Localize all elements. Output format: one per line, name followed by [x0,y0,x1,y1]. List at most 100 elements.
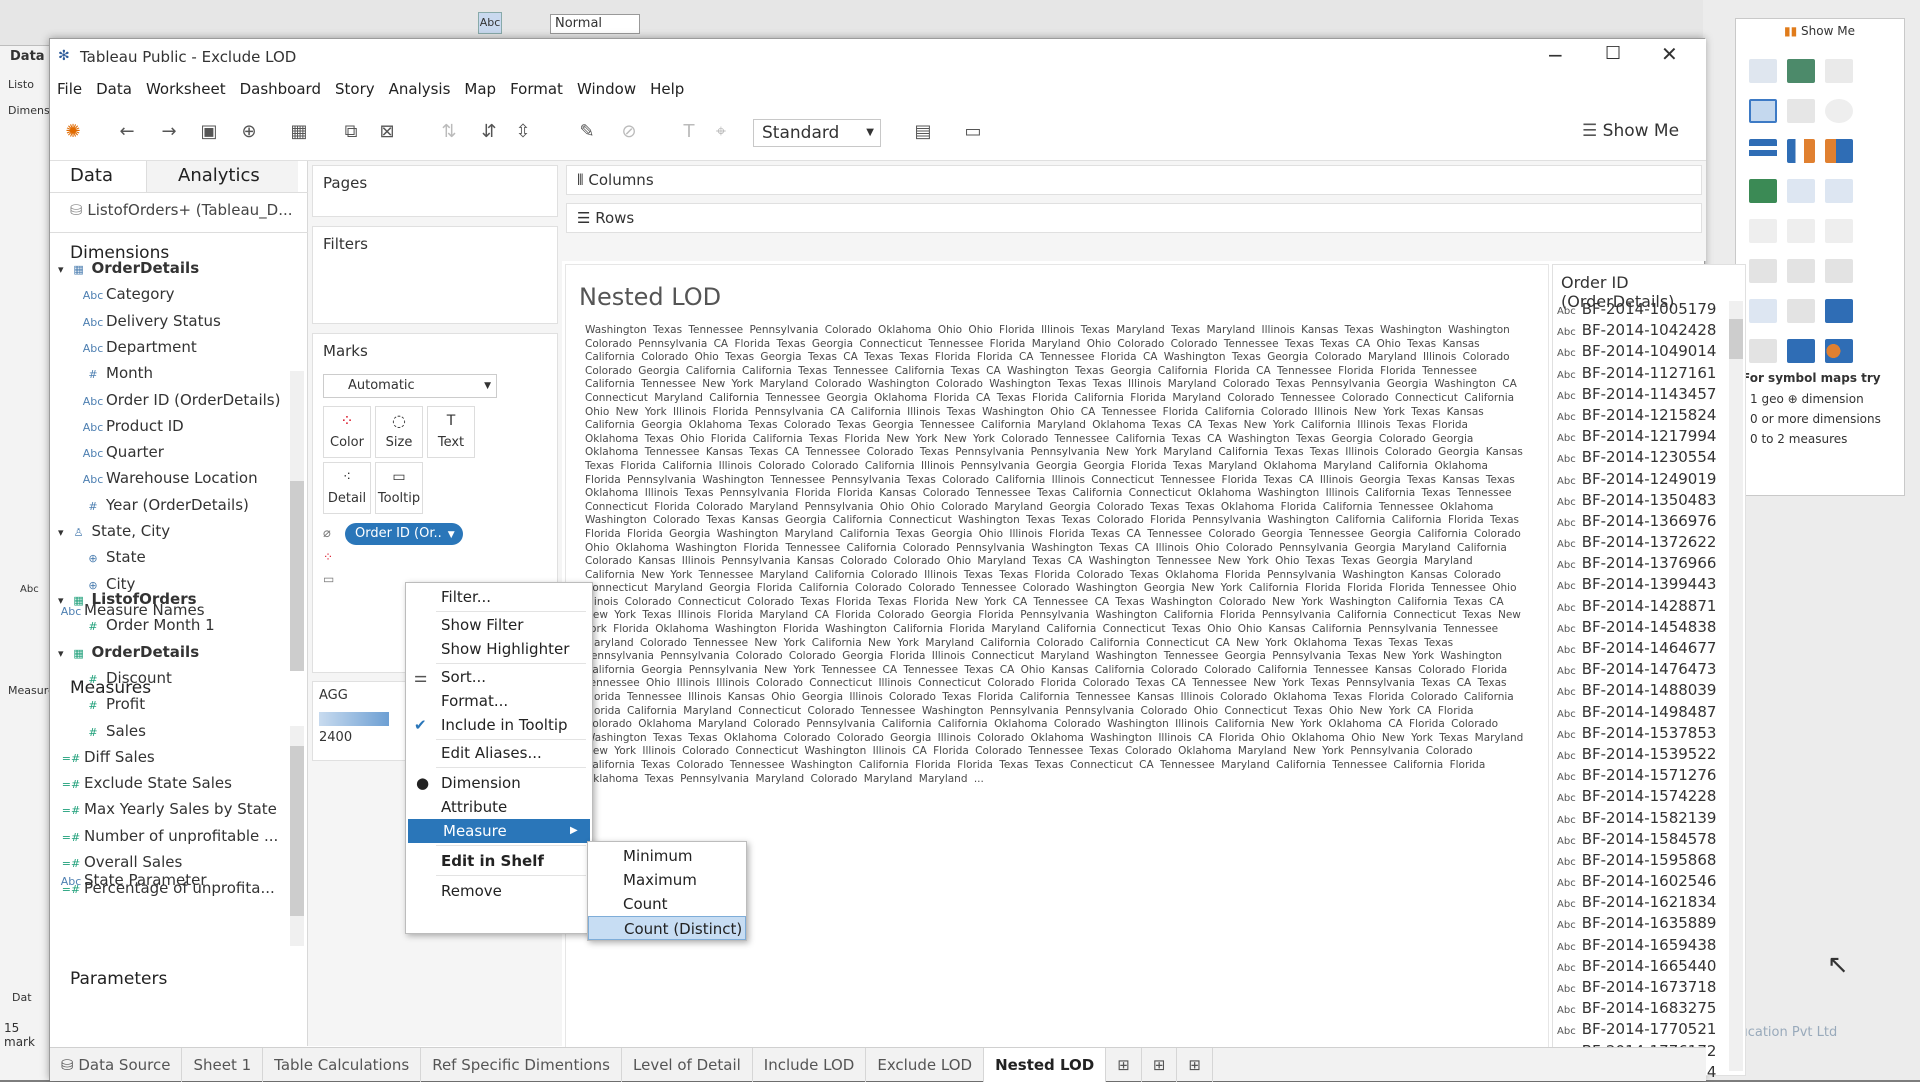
tab-include-lod[interactable]: Include LOD [753,1048,867,1082]
measures-item[interactable]: ▾ ▦ OrderDetails [50,639,199,665]
dimensions-item[interactable]: Abc Delivery Status [50,308,221,334]
order-id-row[interactable]: Abc BF-2014-1673718 [1557,977,1729,998]
size-button[interactable]: ◌ Size [375,406,423,458]
presentation-mode-icon[interactable]: ▭ [962,121,984,143]
menu-include-tooltip[interactable]: ✔ Include in Tooltip [406,713,592,737]
maximize-icon[interactable]: ☐ [1605,43,1621,64]
chart-gantt[interactable] [1744,331,1782,371]
menu-window[interactable]: Window [570,75,643,103]
chart-pie[interactable] [1820,91,1858,131]
tab-data[interactable]: Data [70,165,113,186]
chart-text-table[interactable] [1744,51,1782,91]
word-cloud[interactable]: Washington Texas Tennessee Pennsylvania … [585,324,1525,1075]
new-story-tab-icon[interactable]: ⊞ [1177,1048,1213,1082]
rows-shelf[interactable]: ☰ Rows [566,203,1702,233]
chart-scatter[interactable] [1744,291,1782,331]
order-id-row[interactable]: Abc BF-2014-1635889 [1557,913,1729,934]
menu-story[interactable]: Story [328,75,382,103]
order-id-row[interactable]: Abc BF-2014-1005179 [1557,299,1729,320]
dimensions-item[interactable]: # Year (OrderDetails) [50,492,248,518]
menu-edit-aliases[interactable]: Edit Aliases... [406,741,592,765]
dimensions-scrollbar[interactable] [290,371,304,671]
show-cards-icon[interactable]: ▤ [912,121,934,143]
chart-side-by-side-bars[interactable] [1820,131,1858,171]
dimensions-item[interactable]: Abc Warehouse Location [50,465,258,491]
chart-dual-combination[interactable] [1820,251,1858,291]
order-id-row[interactable]: Abc BF-2014-1571276 [1557,765,1729,786]
measures-item[interactable]: =# Diff Sales [50,744,155,770]
measures-item[interactable]: =# Max Yearly Sales by State [50,796,277,822]
order-id-row[interactable]: Abc BF-2014-1574228 [1557,786,1729,807]
background-datasource-tab[interactable]: Dat [12,991,32,1004]
order-id-row[interactable]: Abc BF-2014-1537853 [1557,723,1729,744]
tab-table-calculations[interactable]: Table Calculations [263,1048,422,1082]
chart-treemap[interactable] [1744,171,1782,211]
order-id-row[interactable]: Abc BF-2014-1595868 [1557,850,1729,871]
menu-dashboard[interactable]: Dashboard [233,75,328,103]
columns-shelf[interactable]: ⦀ Columns [566,165,1702,195]
menu-worksheet[interactable]: Worksheet [139,75,233,103]
menu-show-highlighter[interactable]: Show Highlighter [406,637,592,661]
menu-format[interactable]: Format... [406,689,592,713]
tab-exclude-lod[interactable]: Exclude LOD [866,1048,985,1082]
menu-file[interactable]: File [50,75,89,103]
order-id-row[interactable]: Abc BF-2014-1042428 [1557,320,1729,341]
menu-map[interactable]: Map [457,75,503,103]
menu-remove[interactable]: Remove [406,879,592,903]
chart-dual-lines[interactable] [1820,211,1858,251]
dimensions-item[interactable]: ⊕ State [50,544,145,570]
menu-filter[interactable]: Filter... [406,585,592,609]
background-data-tab[interactable]: Data [10,49,45,64]
duplicate-sheet-icon[interactable]: ⧉ [340,121,362,143]
menu-format[interactable]: Format [503,75,570,103]
filters-card[interactable]: Filters [312,226,558,324]
order-id-row[interactable]: Abc BF-2014-1488039 [1557,680,1729,701]
measures-item[interactable]: ▾ ▦ ListofOrders [50,586,197,612]
tab-ref-specific-dimentions[interactable]: Ref Specific Dimentions [421,1048,622,1082]
order-id-row[interactable]: Abc BF-2014-1366976 [1557,511,1729,532]
fix-axes-icon[interactable]: ⌖ [710,121,732,143]
order-id-row[interactable]: Abc BF-2014-1476473 [1557,659,1729,680]
order-id-row[interactable]: Abc BF-2014-1683275 [1557,998,1729,1019]
dimensions-item[interactable]: ▾ ▦ OrderDetails [50,255,199,281]
chart-lines-discrete[interactable] [1782,211,1820,251]
submenu-count[interactable]: Count [588,892,746,916]
color-button[interactable]: ⁘ Color [323,406,371,458]
clear-sheet-icon[interactable]: ⊠ [376,121,398,143]
menu-measure[interactable]: Measure ▶ [408,819,590,843]
dimensions-item[interactable]: Abc Order ID (OrderDetails) [50,387,281,413]
menu-attribute[interactable]: Attribute [406,795,592,819]
dimensions-item[interactable]: # Month [50,360,153,386]
tab-sheet-1[interactable]: Sheet 1 [182,1048,264,1082]
order-id-row[interactable]: Abc BF-2014-1539522 [1557,744,1729,765]
labels-icon[interactable]: T [678,121,700,143]
new-data-source-icon[interactable]: ⊕ [238,121,260,143]
order-id-row[interactable]: Abc BF-2014-1602546 [1557,871,1729,892]
menu-data[interactable]: Data [89,75,139,103]
highlight-icon[interactable]: ✎ [576,121,598,143]
swap-icon[interactable]: ⇅ [438,121,460,143]
background-style-select[interactable]: Normal [550,14,640,34]
detail-button[interactable]: ⁖ Detail [323,462,371,514]
mark-type-select[interactable]: Automatic ▼ [323,374,497,398]
order-id-row[interactable]: Abc BF-2014-1049014 [1557,341,1729,362]
tab-data-source[interactable]: ⛁ Data Source [50,1048,183,1082]
tooltip-button[interactable]: ▭ Tooltip [375,462,423,514]
menu-edit-in-shelf[interactable]: Edit in Shelf [406,849,592,873]
order-id-row[interactable]: Abc BF-2014-1665440 [1557,956,1729,977]
order-id-row[interactable]: Abc BF-2014-1584578 [1557,829,1729,850]
order-id-row[interactable]: Abc BF-2014-1770521 [1557,1019,1729,1040]
chart-box-whisker[interactable] [1820,291,1858,331]
order-id-row[interactable]: Abc BF-2014-1464677 [1557,638,1729,659]
pages-card[interactable]: Pages [312,165,558,217]
legend-scrollbar[interactable] [1729,301,1743,1071]
order-id-row[interactable]: Abc BF-2014-1230554 [1557,447,1729,468]
undo-icon[interactable]: ← [116,121,138,143]
redo-icon[interactable]: → [158,121,180,143]
tableau-home-icon[interactable]: ✺ [62,121,84,143]
chart-heat-map[interactable] [1782,51,1820,91]
chart-symbol-map[interactable] [1744,91,1782,131]
submenu-maximum[interactable]: Maximum [588,868,746,892]
order-id-row[interactable]: Abc BF-2014-1127161 [1557,363,1729,384]
chart-bullet[interactable] [1782,331,1820,371]
